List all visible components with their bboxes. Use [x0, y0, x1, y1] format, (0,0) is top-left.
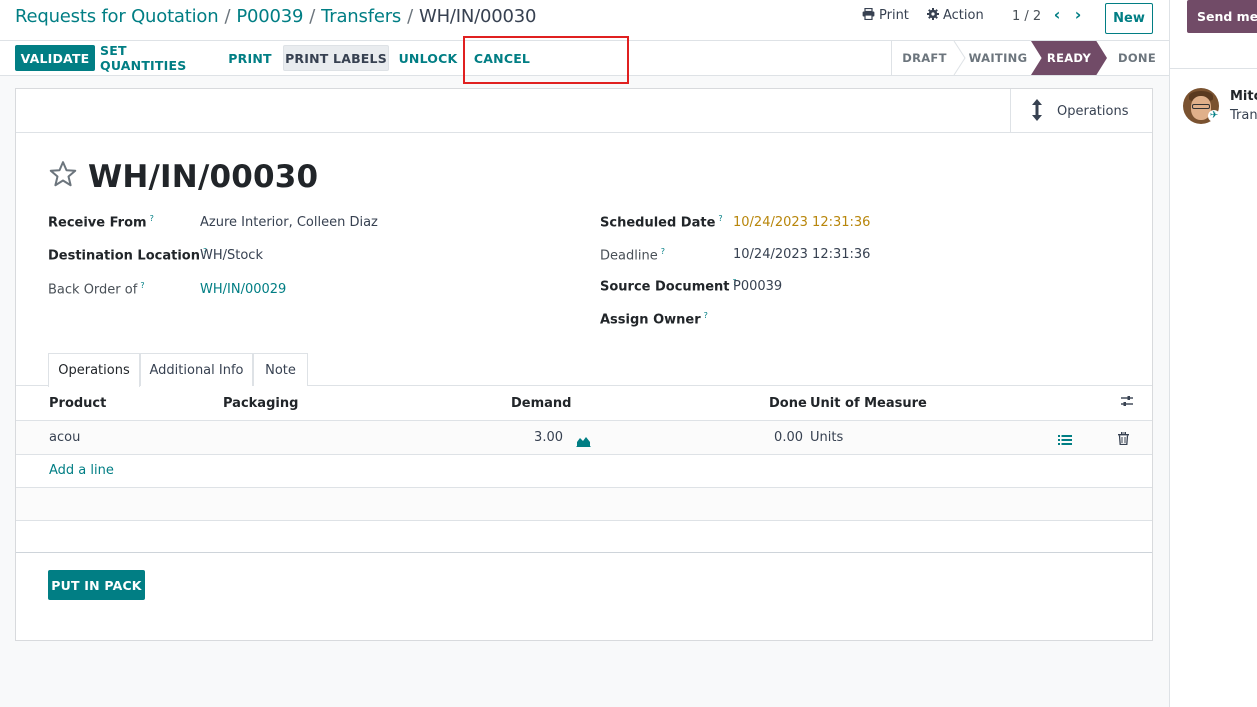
- back-order-link[interactable]: WH/IN/00029: [200, 282, 286, 297]
- stage-waiting[interactable]: WAITING: [961, 41, 1035, 75]
- stage-done[interactable]: DONE: [1107, 41, 1167, 75]
- breadcrumb-rfq[interactable]: Requests for Quotation: [15, 6, 219, 27]
- stage-draft[interactable]: DRAFT: [891, 41, 957, 75]
- list-detail-icon[interactable]: [1058, 431, 1072, 450]
- receive-from-value[interactable]: Azure Interior, Colleen Diaz: [200, 215, 378, 230]
- chatter-divider: [1170, 68, 1257, 69]
- tab-additional-info[interactable]: Additional Info: [140, 353, 253, 386]
- record-title: WH/IN/00030: [88, 159, 319, 195]
- destination-location-label: Destination Location?: [48, 247, 208, 264]
- plane-icon: ✈: [1208, 110, 1220, 122]
- forecast-chart-icon[interactable]: [576, 432, 591, 451]
- add-line-link[interactable]: Add a line: [49, 463, 114, 478]
- stage-ready[interactable]: READY: [1031, 41, 1107, 75]
- control-panel: Requests for Quotation / P00039/Transfers /…: [0, 0, 1170, 41]
- cancel-button[interactable]: CANCEL: [467, 45, 537, 71]
- assign-owner-input[interactable]: [733, 311, 1033, 329]
- cell-done[interactable]: 0.00: [756, 430, 803, 445]
- breadcrumb: Requests for Quotation / P00039/Transfers /…: [15, 6, 536, 27]
- pager-value[interactable]: 1 / 2: [1012, 9, 1041, 24]
- assign-owner-label: Assign Owner?: [600, 311, 708, 328]
- new-button[interactable]: New: [1105, 3, 1153, 34]
- col-unit-of-measure[interactable]: Unit of Measure: [810, 396, 927, 411]
- help-icon[interactable]: ?: [704, 311, 708, 320]
- operations-smart-label: Operations: [1057, 103, 1129, 119]
- message-body: Transfer created: [1230, 108, 1257, 123]
- col-product[interactable]: Product: [49, 396, 106, 411]
- breadcrumb-separator: /: [224, 6, 231, 27]
- optional-columns-icon[interactable]: [1120, 395, 1134, 411]
- arrows-v-icon: [1031, 98, 1045, 124]
- cell-demand[interactable]: 3.00: [521, 430, 563, 445]
- stage-pipeline: DRAFT WAITING READY DONE: [891, 41, 1170, 75]
- send-message-button[interactable]: Send message: [1187, 0, 1257, 33]
- back-order-label: Back Order of?: [48, 281, 145, 298]
- trash-icon[interactable]: [1118, 430, 1129, 449]
- breadcrumb-separator: /: [407, 6, 413, 27]
- gear-icon: [927, 8, 939, 23]
- tab-operations[interactable]: Operations: [48, 353, 140, 387]
- form-sheet: Operations WH/IN/00030 Receive From? Azu…: [15, 88, 1153, 641]
- breadcrumb-current: WH/IN/00030: [418, 6, 537, 27]
- operations-smart-button[interactable]: Operations: [1010, 89, 1152, 133]
- add-line-row: Add a line: [16, 455, 1152, 488]
- source-document-value[interactable]: P00039: [733, 279, 782, 294]
- chevron-left-icon[interactable]: ‹: [1048, 6, 1066, 26]
- scheduled-date-value[interactable]: 10/24/2023 12:31:36: [733, 215, 870, 230]
- breadcrumb-separator: /: [309, 6, 316, 27]
- scheduled-date-label: Scheduled Date?: [600, 214, 723, 231]
- print-menu-label: Print: [879, 8, 909, 23]
- receive-from-label: Receive From?: [48, 214, 154, 231]
- status-bar: VALIDATE SET QUANTITIES PRINT PRINT LABE…: [0, 41, 1170, 76]
- chatter-panel: Send message ✈ Mitchell Admin Transfer c…: [1169, 0, 1257, 707]
- print-menu-button[interactable]: Print: [862, 7, 909, 23]
- help-icon[interactable]: ?: [718, 214, 722, 223]
- validate-button[interactable]: VALIDATE: [15, 45, 95, 71]
- action-menu-label: Action: [943, 8, 984, 23]
- cell-product[interactable]: acou: [49, 430, 80, 445]
- put-in-pack-button[interactable]: PUT IN PACK: [48, 570, 145, 600]
- table-header: Product Packaging Demand Done Unit of Me…: [16, 387, 1152, 421]
- app-root: Requests for Quotation / P00039/Transfers /…: [0, 0, 1257, 707]
- chevron-right-icon[interactable]: ›: [1069, 6, 1087, 26]
- print-button[interactable]: PRINT: [224, 45, 276, 71]
- help-icon[interactable]: ?: [140, 281, 144, 290]
- action-menu-button[interactable]: Action: [927, 8, 984, 23]
- tab-note[interactable]: Note: [253, 353, 308, 386]
- table-row[interactable]: acou 3.00 0.00 Units: [16, 421, 1152, 455]
- help-icon[interactable]: ?: [661, 247, 665, 256]
- deadline-label: Deadline?: [600, 247, 665, 264]
- message-author[interactable]: Mitchell Admin: [1230, 89, 1257, 104]
- breadcrumb-po[interactable]: P00039: [236, 6, 303, 27]
- unlock-button[interactable]: UNLOCK: [395, 45, 461, 71]
- help-icon[interactable]: ?: [150, 214, 154, 223]
- source-document-label: Source Document?: [600, 278, 737, 295]
- col-done[interactable]: Done: [769, 396, 807, 411]
- printer-icon: [862, 7, 875, 23]
- notebook-tabs: Operations Additional Info Note: [16, 353, 1152, 387]
- col-demand[interactable]: Demand: [511, 396, 572, 411]
- breadcrumb-transfers[interactable]: Transfers: [321, 6, 401, 27]
- destination-location-value[interactable]: WH/Stock: [200, 248, 263, 263]
- set-quantities-button[interactable]: SET QUANTITIES: [100, 43, 217, 73]
- deadline-value[interactable]: 10/24/2023 12:31:36: [733, 247, 870, 262]
- print-labels-button[interactable]: PRINT LABELS: [283, 45, 389, 71]
- cell-uom[interactable]: Units: [810, 430, 843, 445]
- empty-row: [16, 488, 1152, 521]
- empty-row: [16, 521, 1152, 553]
- col-packaging[interactable]: Packaging: [223, 396, 298, 411]
- title-row: WH/IN/00030: [48, 159, 318, 195]
- star-icon[interactable]: [48, 159, 78, 195]
- smart-button-box: Operations: [16, 89, 1152, 133]
